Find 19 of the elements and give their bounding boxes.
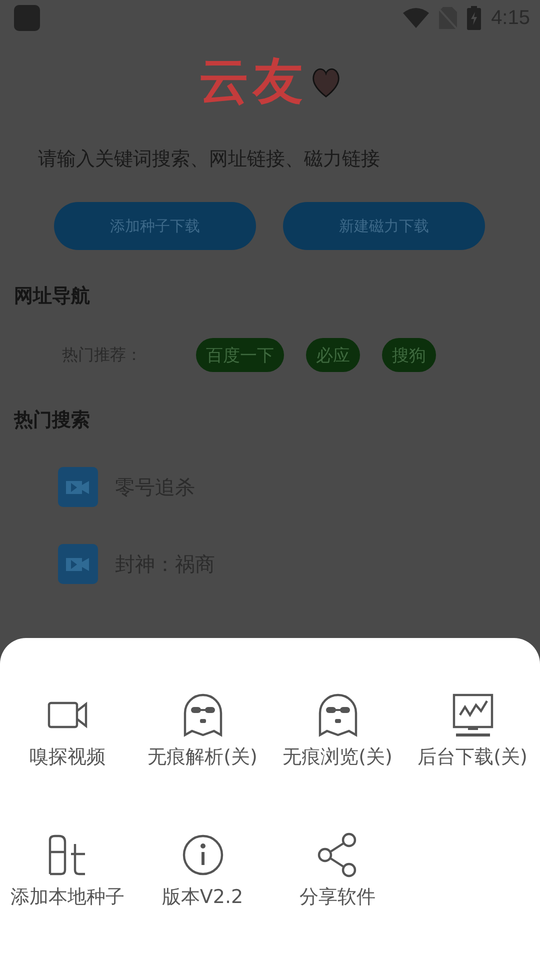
ghost-icon [316,693,358,737]
share-icon [316,832,358,878]
info-icon [182,834,224,876]
app-icon [14,5,40,31]
menu-item[interactable]: 无痕解析(关) [148,744,258,770]
menu-item[interactable]: 嗅探视频 [30,744,106,770]
ghost-icon [182,693,224,737]
menu-item[interactable]: 版本V2.2 [162,884,244,910]
menu-item[interactable]: 无痕浏览(关) [282,744,392,770]
video-file-icon [58,467,98,507]
video-camera-icon [46,699,88,731]
menu-item[interactable]: 分享软件 [300,884,376,910]
wifi-icon [403,8,430,28]
menu-item[interactable]: 添加本地种子 [10,884,124,910]
app-logo: 云友 [199,56,307,106]
video-file-icon [58,544,98,584]
menu-item[interactable]: 后台下载(关) [418,744,528,770]
battery-icon [467,6,482,30]
monitor-chart-icon [452,693,494,737]
